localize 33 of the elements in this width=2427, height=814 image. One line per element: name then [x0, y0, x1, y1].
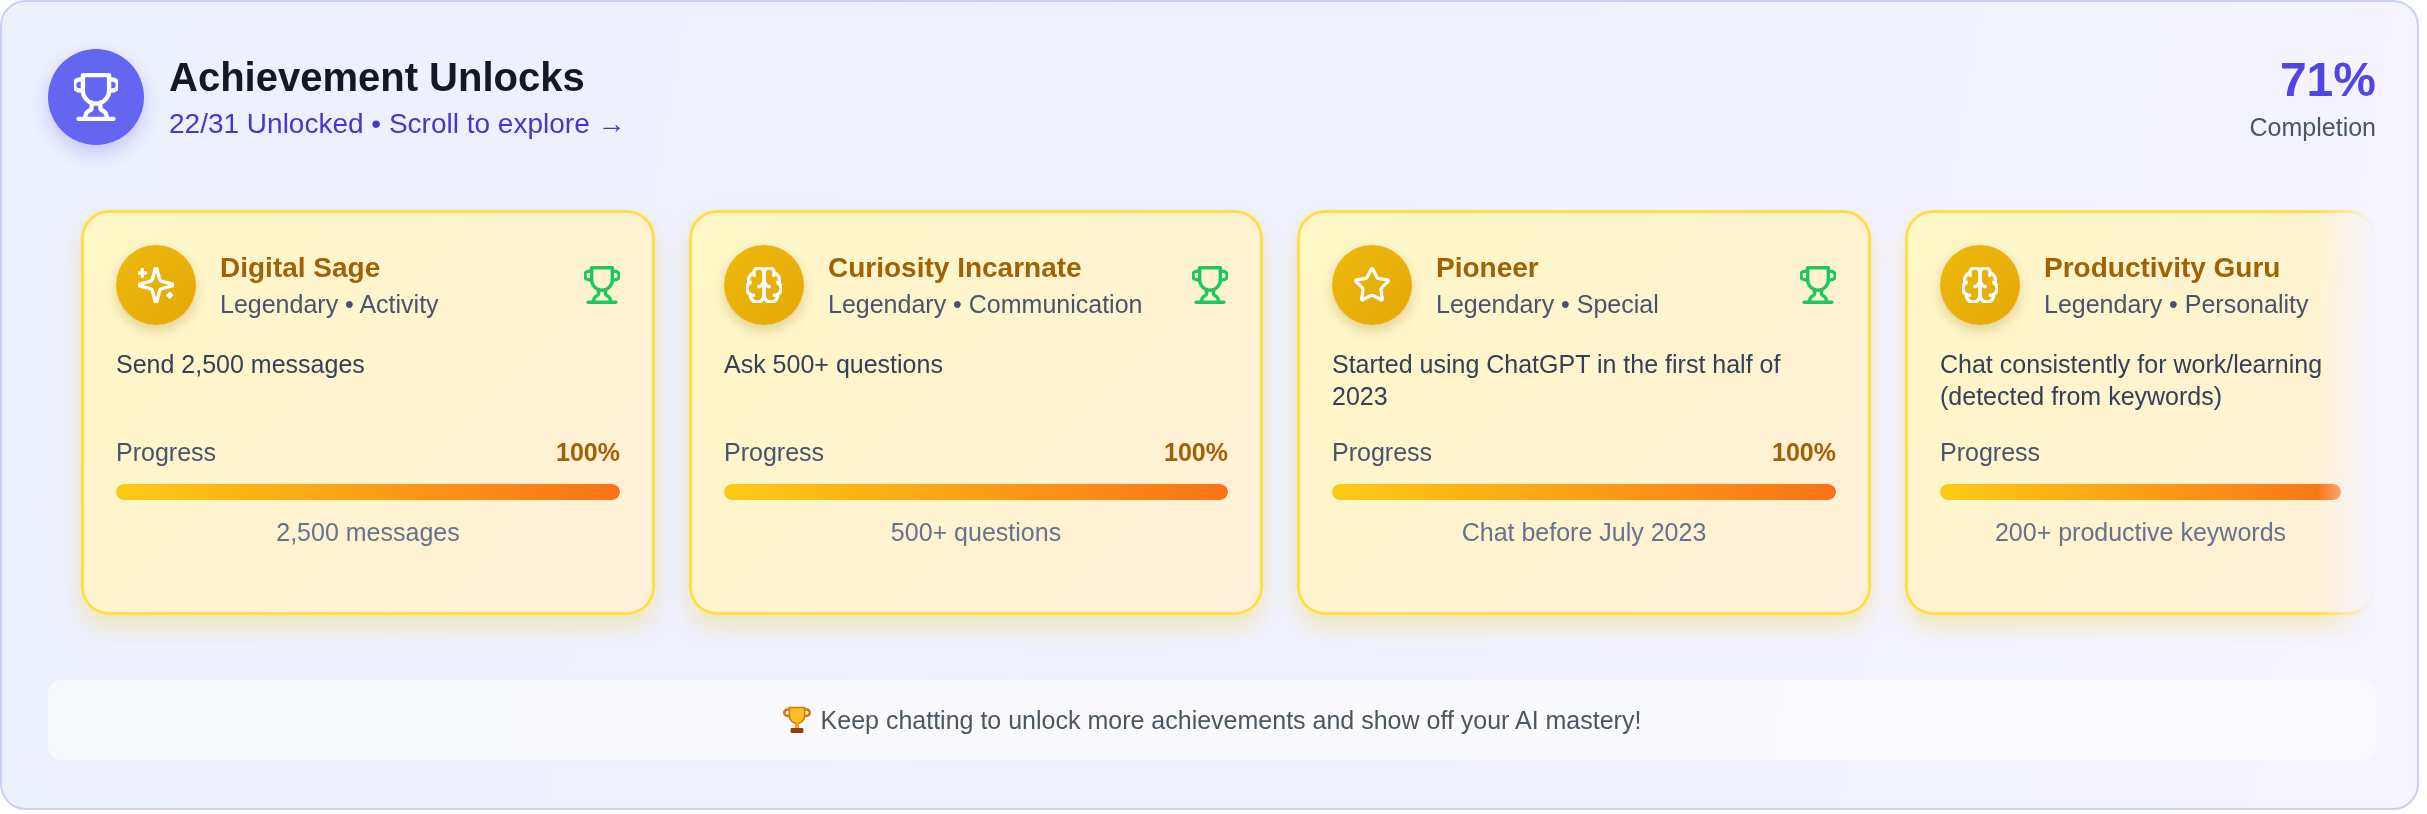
progress-label: Progress [1940, 437, 2041, 468]
trophy-icon [48, 49, 144, 145]
progress-percent: 100% [1164, 437, 1228, 468]
trophy-icon [782, 706, 811, 734]
progress-label: Progress [116, 437, 217, 468]
progress-label: Progress [1332, 437, 1433, 468]
progress-goal: 2,500 messages [276, 517, 460, 548]
achievement-description: Chat consistently for work/learning (detected from keywords) [1940, 349, 2324, 412]
brain-icon [724, 245, 804, 325]
completion-label: Completion [2249, 112, 2376, 142]
progress-percent: 100% [1772, 437, 1836, 468]
progress-goal: 200+ productive keywords [1994, 517, 2287, 548]
achievement-meta: Legendary • Communication [828, 288, 1143, 320]
completion-percent: 71% [2279, 52, 2376, 108]
achievement-title: Productivity Guru [2044, 250, 2281, 285]
achievement-title: Curiosity Incarnate [828, 250, 1082, 285]
progress-goal: 500+ questions [890, 517, 1062, 548]
achievement-title: Digital Sage [220, 250, 381, 285]
progress-percent: 100% [556, 437, 620, 468]
achievement-title: Pioneer [1436, 250, 1539, 285]
footer-message: Keep chatting to unlock more achievements and show off your AI mastery! [820, 705, 1642, 736]
panel-title: Achievement Unlocks [169, 53, 585, 100]
achievement-meta: Legendary • Personality [2044, 288, 2309, 320]
achievement-description: Started using ChatGPT in the first half of 2023 [1332, 349, 1782, 412]
progress-goal: Chat before July 2023 [1461, 517, 1707, 548]
achievement-meta: Legendary • Special [1436, 288, 1659, 320]
unlock-summary: 22/31 Unlocked • Scroll to explore → [169, 106, 626, 141]
sparkles-icon [116, 245, 196, 325]
achievement-description: Ask 500+ questions [724, 349, 943, 380]
achievement-description: Send 2,500 messages [116, 349, 365, 380]
progress-label: Progress [724, 437, 825, 468]
achievement-meta: Legendary • Activity [220, 288, 439, 320]
brain-icon [1940, 245, 2020, 325]
